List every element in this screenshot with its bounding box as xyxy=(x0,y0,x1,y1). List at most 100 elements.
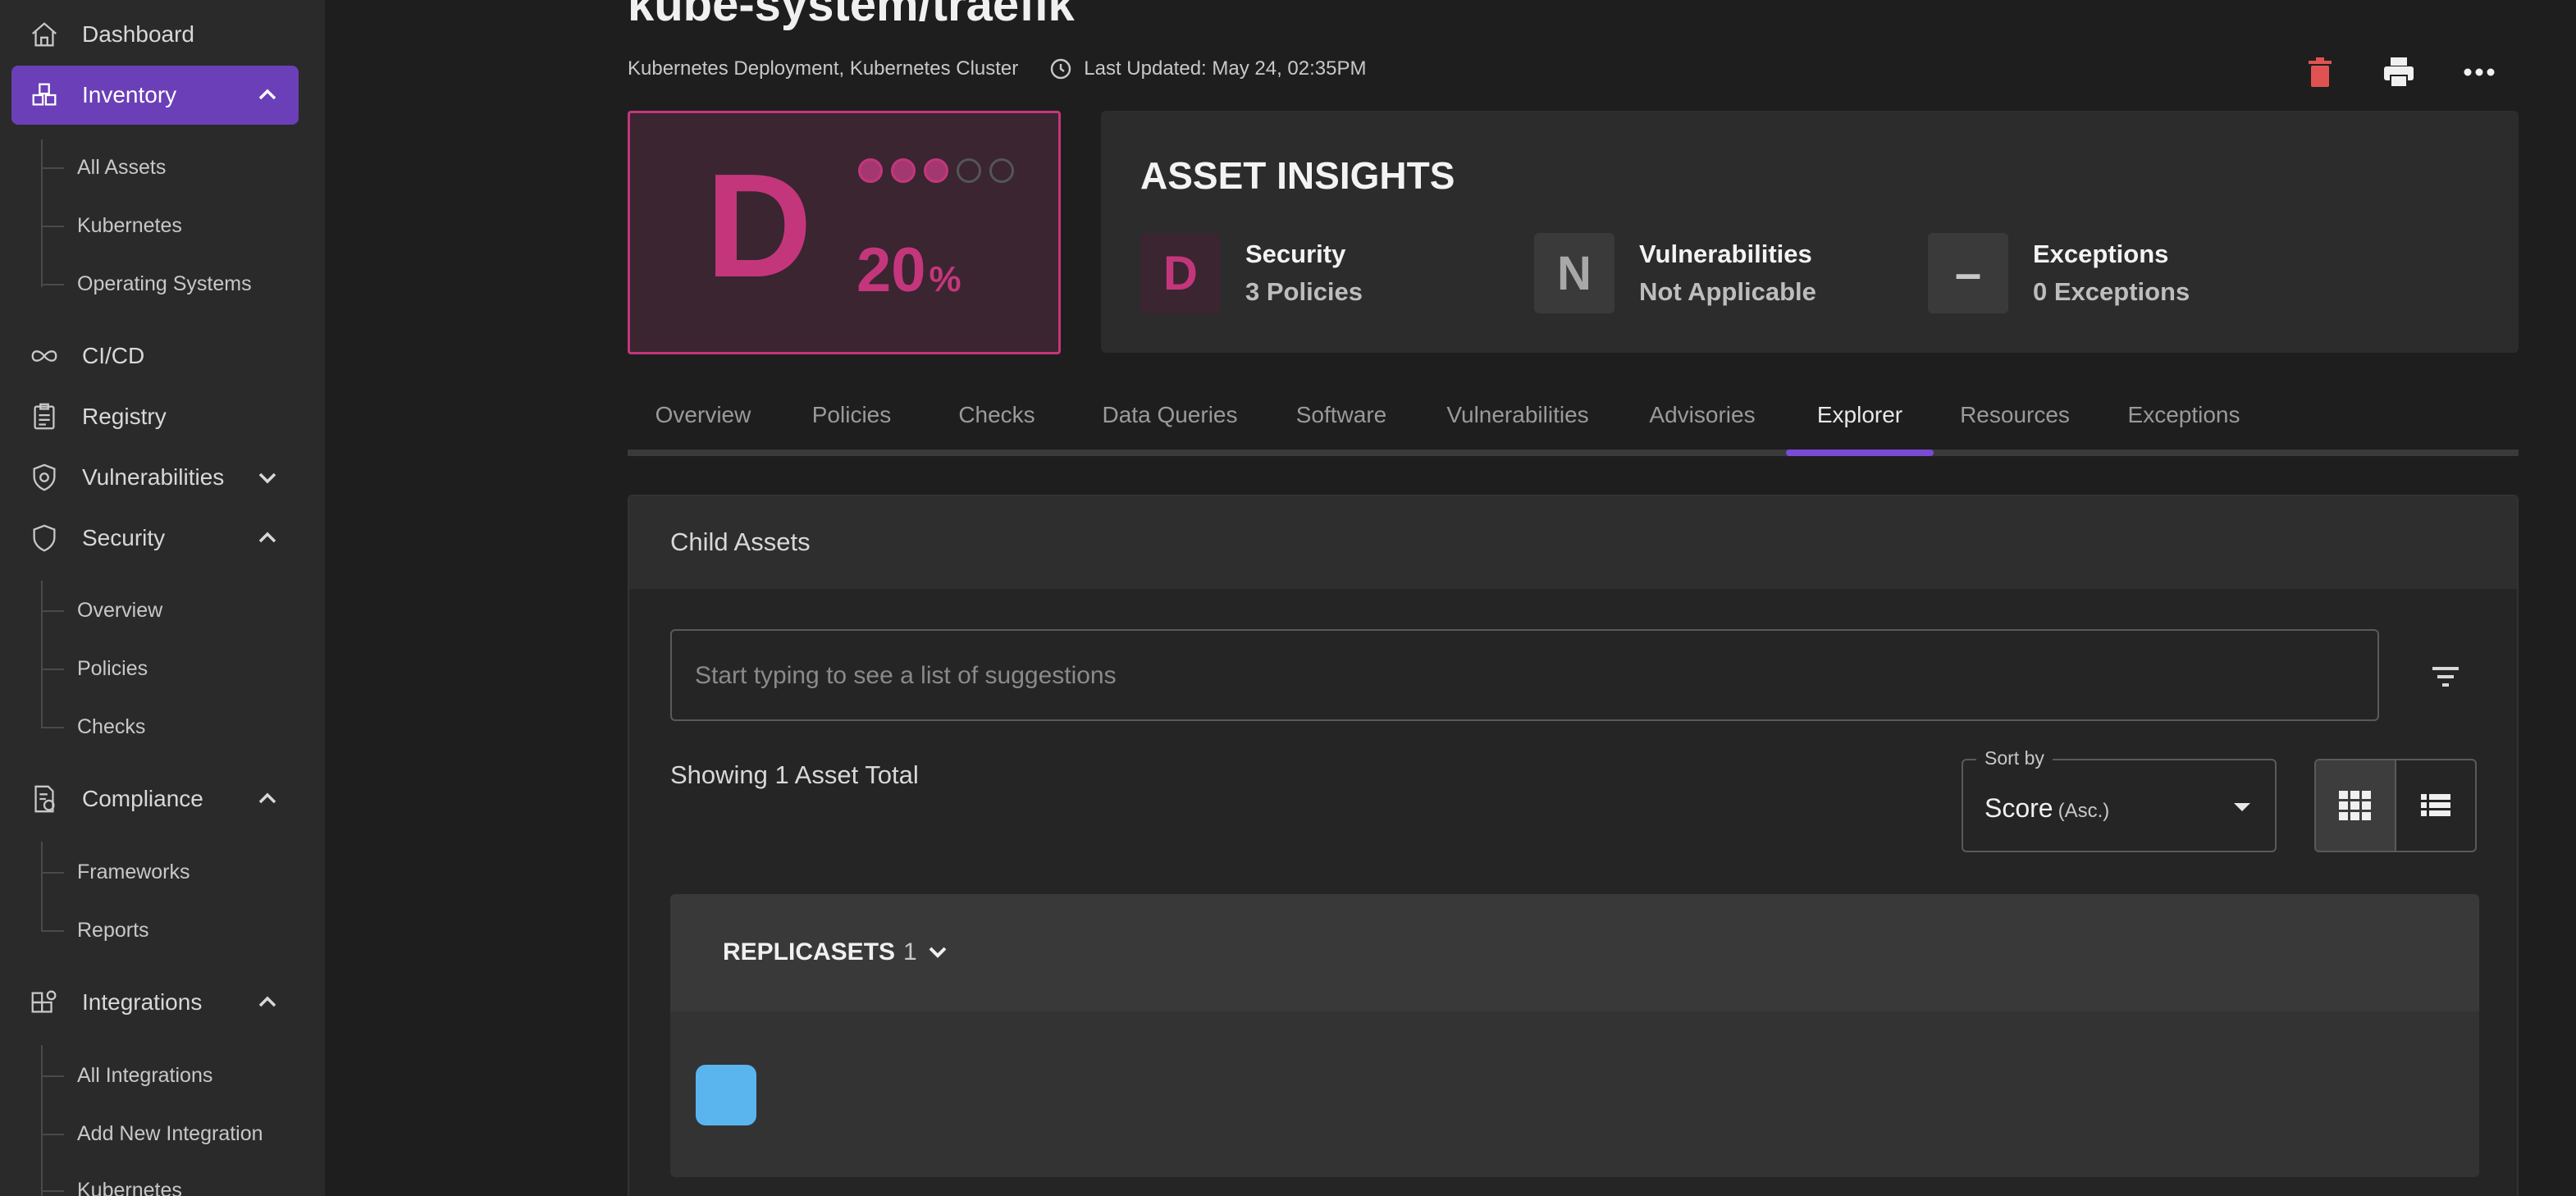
document-check-icon xyxy=(28,783,61,815)
score-dots xyxy=(858,158,1014,183)
nav-inventory[interactable]: Inventory xyxy=(11,66,299,125)
list-view-button[interactable] xyxy=(2396,760,2475,851)
insight-security[interactable]: D Security 3 Policies xyxy=(1140,233,1363,313)
nav-compliance[interactable]: Compliance xyxy=(11,769,299,829)
insight-exceptions[interactable]: – Exceptions 0 Exceptions xyxy=(1928,233,2190,313)
nav-security-policies[interactable]: Policies xyxy=(77,652,148,685)
sort-label: Sort by xyxy=(1976,747,2053,769)
tab-software[interactable]: Software xyxy=(1290,392,1392,451)
chevron-down-icon xyxy=(929,947,947,958)
tab-explorer[interactable]: Explorer xyxy=(1786,392,1934,451)
insight-security-value: 3 Policies xyxy=(1245,277,1363,306)
nav-cicd-label: CI/CD xyxy=(82,343,145,368)
list-icon xyxy=(2421,794,2450,816)
score-dot xyxy=(957,158,981,183)
home-icon xyxy=(28,18,61,51)
nav-security-label: Security xyxy=(82,525,166,550)
sort-field: Score xyxy=(1985,793,2053,823)
sidebar: Dashboard Inventory All Assets Kubernete… xyxy=(0,0,325,1196)
nav-integrations-label: Integrations xyxy=(82,989,203,1015)
nav-integrations[interactable]: Integrations xyxy=(11,973,299,1032)
asset-insights: ASSET INSIGHTS D Security 3 Policies N V… xyxy=(1101,111,2519,353)
nav-frameworks[interactable]: Frameworks xyxy=(77,856,190,888)
score-grade: D xyxy=(706,144,812,308)
page-title: kube-system/traefik xyxy=(628,0,1075,31)
boxes-icon xyxy=(28,79,61,112)
child-assets-panel: Child Assets Start typing to see a list … xyxy=(628,495,2519,1196)
insight-vulnerabilities[interactable]: N Vulnerabilities Not Applicable xyxy=(1534,233,1816,313)
asset-tile[interactable] xyxy=(696,1065,756,1125)
nav-security[interactable]: Security xyxy=(11,509,299,568)
score-card: D 20% xyxy=(628,111,1061,354)
active-tab-indicator xyxy=(1786,450,1934,456)
asset-count: Showing 1 Asset Total xyxy=(670,760,919,789)
search-input[interactable]: Start typing to see a list of suggestion… xyxy=(670,629,2379,721)
chevron-up-icon[interactable] xyxy=(256,991,279,1014)
score-percent: 20% xyxy=(856,235,961,306)
tab-advisories[interactable]: Advisories xyxy=(1645,392,1760,451)
chevron-up-icon[interactable] xyxy=(256,84,279,107)
score-dot xyxy=(858,158,883,183)
replicasets-group: REPLICASETS 1 xyxy=(670,894,2479,1177)
vulnerabilities-grade-badge: N xyxy=(1534,233,1615,313)
tab-bar: Overview Policies Checks Data Queries So… xyxy=(628,386,2519,456)
asset-type: Kubernetes Deployment, Kubernetes Cluste… xyxy=(628,57,1019,80)
chevron-down-icon[interactable] xyxy=(256,466,279,489)
nav-reports[interactable]: Reports xyxy=(77,914,149,947)
nav-kubernetes[interactable]: Kubernetes xyxy=(77,209,182,242)
panel-header: Child Assets xyxy=(629,496,2517,589)
nav-security-overview[interactable]: Overview xyxy=(77,594,162,627)
grid-icon xyxy=(2339,791,2371,820)
score-dot xyxy=(924,158,948,183)
nav-dashboard-label: Dashboard xyxy=(82,21,194,47)
nav-vulnerabilities-label: Vulnerabilities xyxy=(82,464,225,490)
grid-view-button[interactable] xyxy=(2316,760,2396,851)
chevron-up-icon[interactable] xyxy=(256,787,279,810)
filter-button[interactable] xyxy=(2421,652,2470,701)
nav-all-integrations[interactable]: All Integrations xyxy=(77,1059,212,1092)
nav-add-new-integration[interactable]: Add New Integration xyxy=(77,1117,263,1150)
caret-down-icon xyxy=(2234,803,2250,811)
print-button[interactable] xyxy=(2377,51,2420,94)
chevron-up-icon[interactable] xyxy=(256,527,279,550)
shield-bug-icon xyxy=(28,461,61,494)
insight-exceptions-label: Exceptions xyxy=(2033,240,2169,268)
nav-dashboard[interactable]: Dashboard xyxy=(11,5,299,64)
filter-icon xyxy=(2432,667,2459,687)
group-header[interactable]: REPLICASETS 1 xyxy=(670,894,2479,1011)
score-dot xyxy=(989,158,1014,183)
group-count: 1 xyxy=(903,938,917,965)
shield-icon xyxy=(28,522,61,555)
integrations-icon xyxy=(28,986,61,1019)
nav-cicd[interactable]: CI/CD xyxy=(11,326,299,386)
clipboard-icon xyxy=(28,400,61,433)
score-dot xyxy=(891,158,916,183)
nav-operating-systems[interactable]: Operating Systems xyxy=(77,267,252,300)
nav-registry[interactable]: Registry xyxy=(11,387,299,446)
group-name: REPLICASETS xyxy=(723,938,896,965)
insight-vulnerabilities-value: Not Applicable xyxy=(1639,277,1816,306)
insight-security-label: Security xyxy=(1245,240,1346,268)
tab-exceptions[interactable]: Exceptions xyxy=(2122,392,2245,451)
sort-select[interactable]: Sort by Score (Asc.) xyxy=(1962,747,2277,852)
tab-policies[interactable]: Policies xyxy=(806,392,897,451)
tab-overview[interactable]: Overview xyxy=(652,392,754,451)
nav-security-checks[interactable]: Checks xyxy=(77,710,145,743)
delete-button[interactable] xyxy=(2302,51,2338,94)
tab-vulnerabilities[interactable]: Vulnerabilities xyxy=(1438,392,1597,451)
clock-icon xyxy=(1049,57,1072,80)
score-unit: % xyxy=(929,259,961,299)
trash-icon xyxy=(2309,57,2332,87)
more-options-button[interactable] xyxy=(2456,51,2502,94)
nav-compliance-label: Compliance xyxy=(82,786,203,811)
tab-checks[interactable]: Checks xyxy=(956,392,1038,451)
tab-data-queries[interactable]: Data Queries xyxy=(1098,392,1241,451)
nav-registry-label: Registry xyxy=(82,404,167,429)
panel-title: Child Assets xyxy=(670,527,811,556)
nav-vulnerabilities[interactable]: Vulnerabilities xyxy=(11,448,299,507)
insight-exceptions-value: 0 Exceptions xyxy=(2033,277,2190,306)
nav-all-assets[interactable]: All Assets xyxy=(77,151,166,184)
tab-resources[interactable]: Resources xyxy=(1957,392,2073,451)
group-title: REPLICASETS 1 xyxy=(723,938,950,966)
nav-integrations-kubernetes[interactable]: Kubernetes xyxy=(77,1174,182,1196)
